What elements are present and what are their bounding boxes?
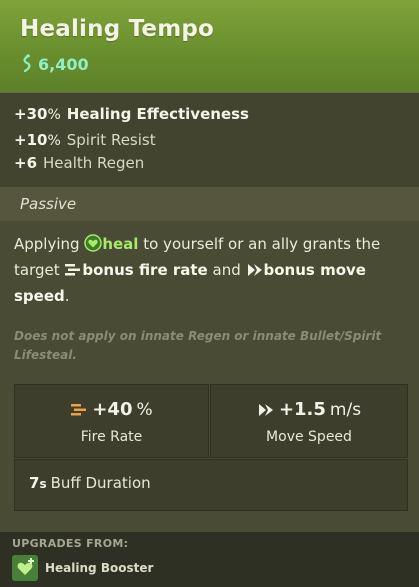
- buff-duration-box: 7s Buff Duration: [14, 459, 408, 511]
- move-speed-label: Move Speed: [266, 429, 352, 445]
- passive-body: Applying heal to yourself or an ally gra…: [0, 221, 419, 532]
- stat-label: Healing Effectiveness: [66, 105, 249, 123]
- fire-rate-box: +40% Fire Rate: [14, 384, 209, 458]
- buff-duration: 7s Buff Duration: [29, 474, 151, 492]
- passive-label: Passive: [20, 195, 77, 213]
- upgrades-header: UPGRADES FROM:: [12, 537, 129, 550]
- move-speed-icon: [247, 264, 262, 276]
- souls-currency-icon: [23, 54, 31, 73]
- item-price: 6,400: [20, 54, 89, 74]
- item-tooltip-card: Healing Tempo 6,400 +30% Healing Effecti…: [0, 0, 419, 587]
- stat-value: +6: [14, 154, 38, 172]
- fire-rate-icon: [71, 403, 87, 415]
- stat-label: Spirit Resist: [66, 131, 156, 149]
- price-amount: 6,400: [38, 54, 89, 74]
- passive-header: Passive: [0, 187, 419, 221]
- fire-rate-value: +40%: [15, 399, 208, 420]
- fire-rate-keyword: bonus fire rate: [82, 261, 208, 279]
- upgrade-item[interactable]: Healing Booster: [12, 555, 153, 581]
- healing-booster-icon: [12, 555, 38, 581]
- passive-note: Does not apply on innate Regen or innate…: [14, 329, 382, 362]
- passive-description: Applying heal to yourself or an ally gra…: [14, 234, 381, 305]
- stats-block: +30% Healing Effectiveness +10% Spirit R…: [0, 92, 419, 187]
- stat-value: +30%: [14, 105, 61, 123]
- move-speed-box: +1.5 m/s Move Speed: [210, 384, 408, 458]
- fire-rate-icon: [65, 264, 81, 276]
- stat-label: Health Regen: [43, 154, 145, 172]
- move-speed-icon: [258, 403, 273, 416]
- heal-keyword: heal: [102, 235, 139, 253]
- stat-row-health-regen: +6 Health Regen: [14, 154, 144, 176]
- item-title: Healing Tempo: [20, 16, 215, 42]
- item-header: Healing Tempo 6,400: [0, 0, 419, 92]
- upgrade-item-name: Healing Booster: [45, 561, 154, 575]
- stat-value: +10%: [14, 131, 61, 149]
- move-speed-value: +1.5 m/s: [211, 399, 407, 420]
- stat-row-healing-effectiveness: +30% Healing Effectiveness: [14, 105, 249, 127]
- heal-icon: [84, 234, 103, 252]
- fire-rate-label: Fire Rate: [80, 429, 143, 445]
- stat-row-spirit-resist: +10% Spirit Resist: [14, 131, 156, 153]
- upgrades-footer: UPGRADES FROM: Healing Booster: [0, 532, 419, 587]
